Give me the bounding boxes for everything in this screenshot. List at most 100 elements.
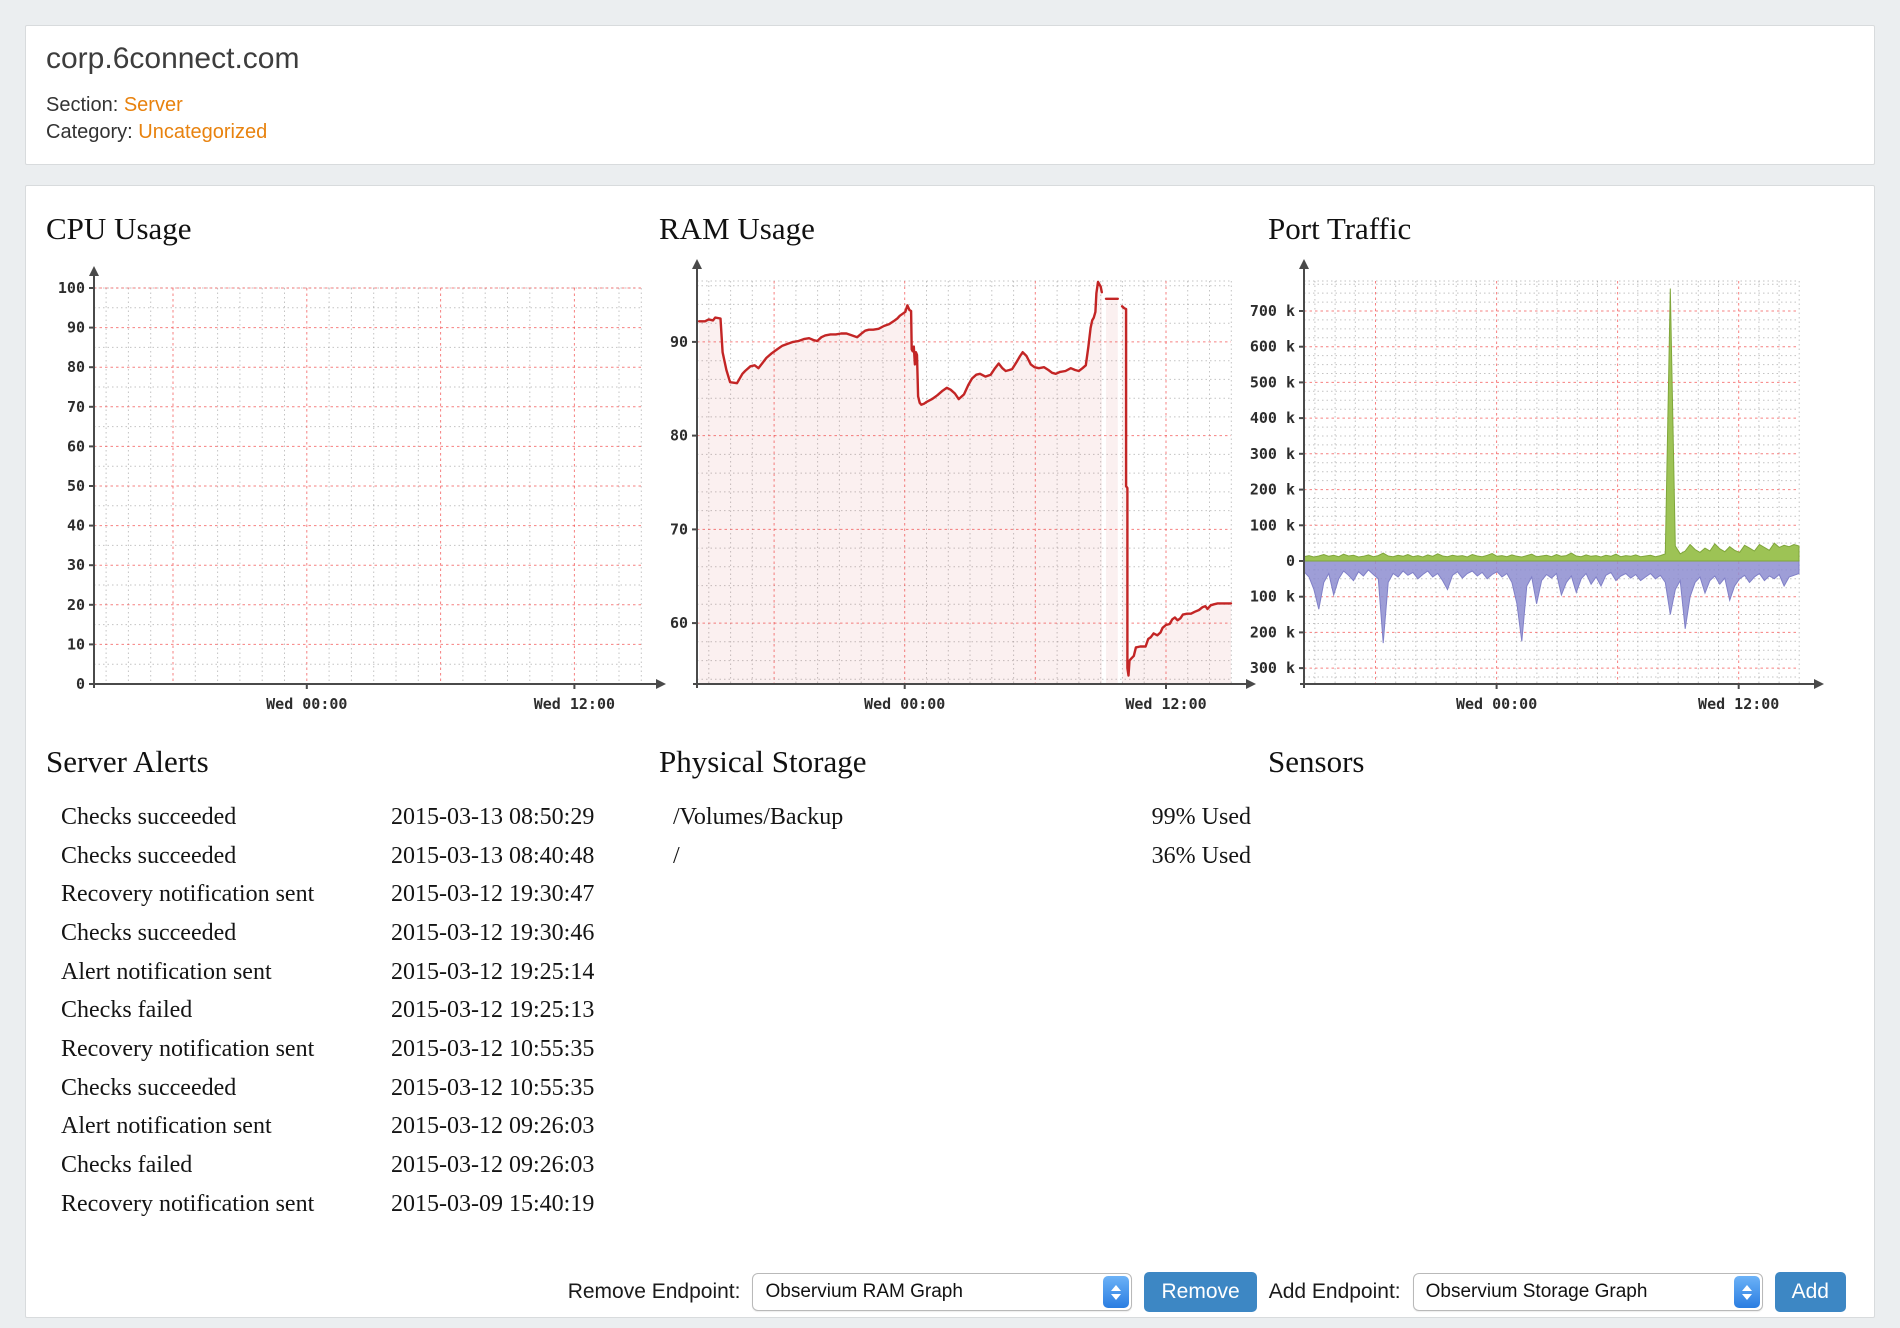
- svg-text:40: 40: [67, 517, 85, 535]
- svg-text:Wed 00:00: Wed 00:00: [266, 695, 347, 713]
- page-title: corp.6connect.com: [46, 42, 1854, 76]
- alert-event-label: Alert notification sent: [61, 959, 391, 986]
- ram-chart-title: RAM Usage: [659, 211, 1278, 256]
- host-header-card: corp.6connect.com Section: Server Catego…: [25, 25, 1875, 165]
- svg-text:Wed 00:00: Wed 00:00: [1456, 695, 1537, 713]
- dashboard-card: CPU Usage 1009080706050403020100Wed 00:0…: [25, 185, 1875, 1318]
- remove-button[interactable]: Remove: [1144, 1272, 1256, 1312]
- add-endpoint-label: Add Endpoint:: [1269, 1280, 1401, 1304]
- add-endpoint-select[interactable]: Observium Storage Graph: [1413, 1273, 1763, 1311]
- alert-event-label: Checks failed: [61, 997, 391, 1024]
- alert-row: Checks failed2015-03-12 19:25:13: [61, 991, 594, 1030]
- remove-endpoint-label: Remove Endpoint:: [568, 1280, 741, 1304]
- cpu-usage-chart: CPU Usage 1009080706050403020100Wed 00:0…: [46, 211, 678, 733]
- ram-graph-image: 90807060Wed 00:00Wed 12:00: [646, 256, 1278, 728]
- svg-text:60: 60: [670, 614, 688, 632]
- alert-event-label: Checks succeeded: [61, 843, 391, 870]
- server-alerts-heading: Server Alerts: [46, 744, 209, 780]
- alert-row: Alert notification sent2015-03-12 09:26:…: [61, 1108, 594, 1147]
- alert-row: Checks succeeded2015-03-12 10:55:35: [61, 1069, 594, 1108]
- svg-text:200 k: 200 k: [1250, 481, 1295, 499]
- alert-event-label: Alert notification sent: [61, 1113, 391, 1140]
- alert-timestamp: 2015-03-12 10:55:35: [391, 1075, 594, 1102]
- alert-timestamp: 2015-03-12 19:25:13: [391, 997, 594, 1024]
- svg-text:400 k: 400 k: [1250, 409, 1295, 427]
- ram-usage-chart: RAM Usage 90807060Wed 00:00Wed 12:00: [646, 211, 1278, 733]
- svg-text:10: 10: [67, 635, 85, 653]
- alert-timestamp: 2015-03-12 19:25:14: [391, 959, 594, 986]
- cpu-chart-title: CPU Usage: [46, 211, 678, 256]
- alert-event-label: Recovery notification sent: [61, 881, 391, 908]
- alert-timestamp: 2015-03-12 10:55:35: [391, 1036, 594, 1063]
- storage-used-percent: 99% Used: [1152, 804, 1251, 831]
- sensors-heading: Sensors: [1268, 744, 1364, 780]
- svg-text:Wed 12:00: Wed 12:00: [1125, 695, 1206, 713]
- select-stepper-icon: [1103, 1276, 1129, 1308]
- svg-text:300 k: 300 k: [1250, 659, 1295, 677]
- alert-row: Checks succeeded2015-03-13 08:50:29: [61, 798, 594, 837]
- port-graph-image: 700 k600 k500 k400 k300 k200 k100 k0100 …: [1246, 256, 1856, 728]
- category-label: Category:: [46, 121, 133, 143]
- svg-text:300 k: 300 k: [1250, 445, 1295, 463]
- svg-text:Wed 12:00: Wed 12:00: [534, 695, 615, 713]
- alert-row: Alert notification sent2015-03-12 19:25:…: [61, 953, 594, 992]
- svg-text:90: 90: [670, 333, 688, 351]
- alert-event-label: Checks failed: [61, 1152, 391, 1179]
- alert-timestamp: 2015-03-12 19:30:47: [391, 881, 594, 908]
- alert-row: Recovery notification sent2015-03-12 19:…: [61, 875, 594, 914]
- server-alerts-list: Checks succeeded2015-03-13 08:50:29Check…: [61, 798, 594, 1224]
- physical-storage-heading: Physical Storage: [659, 744, 867, 780]
- cpu-graph-image: 1009080706050403020100Wed 00:00Wed 12:00: [46, 256, 678, 728]
- svg-text:500 k: 500 k: [1250, 373, 1295, 391]
- svg-text:0: 0: [76, 675, 85, 693]
- storage-used-percent: 36% Used: [1152, 843, 1251, 870]
- alert-row: Checks succeeded2015-03-13 08:40:48: [61, 837, 594, 876]
- remove-endpoint-select-value: Observium RAM Graph: [753, 1281, 974, 1303]
- alert-row: Recovery notification sent2015-03-09 15:…: [61, 1185, 594, 1224]
- section-label: Section:: [46, 94, 118, 116]
- svg-text:Wed 00:00: Wed 00:00: [864, 695, 945, 713]
- alert-event-label: Checks succeeded: [61, 920, 391, 947]
- svg-text:70: 70: [670, 520, 688, 538]
- alert-event-label: Checks succeeded: [61, 804, 391, 831]
- svg-text:50: 50: [67, 477, 85, 495]
- section-line: Section: Server: [46, 92, 1854, 119]
- select-stepper-icon: [1734, 1276, 1760, 1308]
- svg-text:90: 90: [67, 319, 85, 337]
- remove-endpoint-select[interactable]: Observium RAM Graph: [752, 1273, 1132, 1311]
- alert-event-label: Recovery notification sent: [61, 1191, 391, 1218]
- alert-timestamp: 2015-03-09 15:40:19: [391, 1191, 594, 1218]
- add-button[interactable]: Add: [1775, 1272, 1846, 1312]
- svg-text:100 k: 100 k: [1250, 516, 1295, 534]
- alert-event-label: Checks succeeded: [61, 1075, 391, 1102]
- alert-timestamp: 2015-03-12 19:30:46: [391, 920, 594, 947]
- svg-text:70: 70: [67, 398, 85, 416]
- storage-path: /Volumes/Backup: [673, 804, 843, 831]
- physical-storage-list: /Volumes/Backup 99% Used / 36% Used: [673, 798, 1251, 875]
- alert-event-label: Recovery notification sent: [61, 1036, 391, 1063]
- category-line: Category: Uncategorized: [46, 119, 1854, 146]
- alert-timestamp: 2015-03-13 08:40:48: [391, 843, 594, 870]
- svg-text:600 k: 600 k: [1250, 338, 1295, 356]
- storage-path: /: [673, 843, 680, 870]
- svg-text:Wed 12:00: Wed 12:00: [1698, 695, 1779, 713]
- port-chart-title: Port Traffic: [1268, 211, 1856, 256]
- svg-text:0: 0: [1286, 552, 1295, 570]
- page: corp.6connect.com Section: Server Catego…: [0, 0, 1900, 1328]
- category-value-link[interactable]: Uncategorized: [138, 121, 267, 143]
- storage-row: / 36% Used: [673, 837, 1251, 876]
- svg-text:200 k: 200 k: [1250, 623, 1295, 641]
- alert-timestamp: 2015-03-13 08:50:29: [391, 804, 594, 831]
- alert-timestamp: 2015-03-12 09:26:03: [391, 1113, 594, 1140]
- svg-text:100: 100: [58, 279, 85, 297]
- section-value-link[interactable]: Server: [124, 94, 183, 116]
- svg-text:80: 80: [67, 358, 85, 376]
- alert-row: Checks failed2015-03-12 09:26:03: [61, 1146, 594, 1185]
- alert-timestamp: 2015-03-12 09:26:03: [391, 1152, 594, 1179]
- storage-row: /Volumes/Backup 99% Used: [673, 798, 1251, 837]
- alert-row: Recovery notification sent2015-03-12 10:…: [61, 1030, 594, 1069]
- svg-text:100 k: 100 k: [1250, 588, 1295, 606]
- svg-text:60: 60: [67, 437, 85, 455]
- endpoint-controls: Remove Endpoint: Observium RAM Graph Rem…: [568, 1272, 1846, 1312]
- svg-text:30: 30: [67, 556, 85, 574]
